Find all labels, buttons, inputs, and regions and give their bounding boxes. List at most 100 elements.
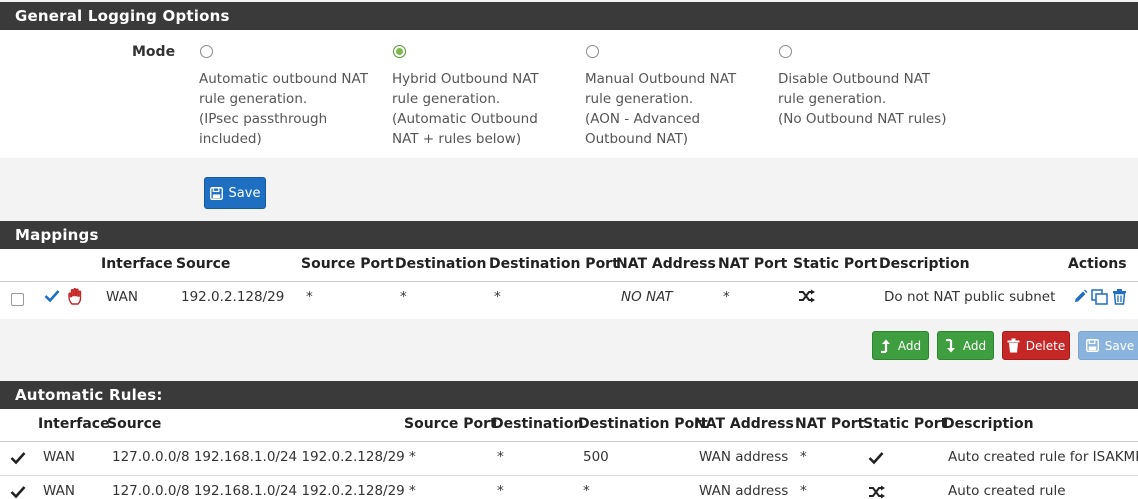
- row-description: Auto created rule: [948, 483, 1066, 499]
- enabled-check-icon[interactable]: [44, 289, 60, 303]
- option-line: (No Outbound NAT rules): [778, 111, 947, 127]
- option-line: rule generation.: [199, 91, 308, 107]
- row-destination-port: 500: [583, 449, 609, 465]
- col-nat-port: NAT Port: [795, 416, 865, 432]
- mode-panel: Mode Automatic outbound NAT rule generat…: [0, 30, 1138, 158]
- mappings-table: Interface Source Source Port Destination…: [0, 249, 1138, 319]
- row-destination: *: [400, 289, 407, 305]
- section-title: General Logging Options: [15, 7, 230, 25]
- option-line: rule generation.: [585, 91, 694, 107]
- row-destination-port: *: [583, 483, 590, 499]
- header-divider: [0, 281, 1138, 282]
- option-line: rule generation.: [392, 91, 501, 107]
- automatic-rules-header: Automatic Rules:: [0, 381, 1138, 409]
- row-source-port: *: [409, 449, 416, 465]
- row-interface: WAN: [43, 483, 75, 499]
- option-manual-desc: Manual Outbound NAT rule generation. (AO…: [585, 69, 765, 149]
- row-source-port: *: [306, 289, 313, 305]
- edit-pencil-icon[interactable]: [1073, 289, 1088, 304]
- col-interface: Interface: [38, 416, 110, 432]
- trash-icon[interactable]: [1112, 288, 1127, 305]
- static-port-check-icon: [868, 452, 884, 465]
- row-nat-address: NO NAT: [621, 289, 673, 305]
- save-mappings-button[interactable]: Save: [1078, 331, 1138, 360]
- section-title: Mappings: [15, 226, 99, 244]
- option-line: Automatic outbound NAT: [199, 71, 368, 87]
- header-divider: [0, 441, 1138, 442]
- col-interface: Interface: [101, 256, 173, 272]
- save-icon: [1085, 339, 1099, 352]
- row-destination: *: [497, 449, 504, 465]
- add-label: Add: [962, 338, 987, 353]
- col-static-port: Static Port: [793, 256, 878, 272]
- col-static-port: Static Port: [863, 416, 948, 432]
- trash-icon: [1007, 338, 1020, 353]
- row-destination: *: [497, 483, 504, 499]
- row-nat-address: WAN address: [699, 483, 789, 499]
- enabled-check-icon: [10, 486, 26, 499]
- save-mode-button[interactable]: Save: [204, 177, 266, 209]
- row-nat-address: WAN address: [699, 449, 789, 465]
- general-logging-header: General Logging Options: [0, 2, 1138, 30]
- shuffle-icon: [869, 485, 885, 499]
- option-line: (Automatic Outbound: [392, 111, 538, 127]
- col-nat-address: NAT Address: [694, 416, 794, 432]
- option-line: included): [199, 131, 262, 147]
- col-destination-port: Destination Port: [489, 256, 619, 272]
- row-source: 192.0.2.128/29: [181, 289, 285, 305]
- col-destination: Destination: [395, 256, 487, 272]
- option-line: (IPsec passthrough: [199, 111, 328, 127]
- row-divider: [0, 475, 1138, 476]
- col-destination-port: Destination Port: [578, 416, 708, 432]
- radio-automatic[interactable]: [200, 45, 213, 58]
- option-automatic-desc: Automatic outbound NAT rule generation. …: [199, 69, 379, 149]
- option-line: rule generation.: [778, 91, 887, 107]
- col-nat-address: NAT Address: [616, 256, 716, 272]
- save-label: Save: [1104, 338, 1135, 353]
- row-nat-port: *: [800, 483, 807, 499]
- option-line: Hybrid Outbound NAT: [392, 71, 539, 87]
- row-nat-port: *: [800, 449, 807, 465]
- radio-disable[interactable]: [779, 45, 792, 58]
- save-label: Save: [228, 185, 261, 201]
- col-description: Description: [943, 416, 1034, 432]
- row-description: Do not NAT public subnet: [884, 289, 1056, 305]
- mappings-header: Mappings: [0, 221, 1138, 249]
- arrow-turn-down-icon: [945, 338, 955, 352]
- option-disable-desc: Disable Outbound NAT rule generation. (N…: [778, 69, 978, 129]
- row-interface: WAN: [106, 289, 138, 305]
- col-source: Source: [107, 416, 162, 432]
- enabled-check-icon: [10, 452, 26, 465]
- arrow-turn-up-icon: [880, 339, 890, 353]
- row-destination-port: *: [494, 289, 501, 305]
- save-icon: [209, 186, 223, 200]
- add-top-button[interactable]: Add: [872, 331, 929, 360]
- col-actions: Actions: [1068, 256, 1127, 272]
- col-nat-port: NAT Port: [718, 256, 788, 272]
- shuffle-icon: [799, 289, 815, 303]
- col-source-port: Source Port: [404, 416, 497, 432]
- row-source: 127.0.0.0/8 192.168.1.0/24 192.0.2.128/2…: [112, 449, 405, 465]
- option-line: (AON - Advanced: [585, 111, 701, 127]
- delete-button[interactable]: Delete: [1002, 331, 1070, 360]
- automatic-rules-table: Interface Source Source Port Destination…: [0, 409, 1138, 499]
- radio-manual[interactable]: [586, 45, 599, 58]
- mode-label: Mode: [132, 44, 176, 60]
- section-title: Automatic Rules:: [15, 386, 163, 404]
- row-description: Auto created rule for ISAKMP: [948, 449, 1138, 465]
- option-line: Disable Outbound NAT: [778, 71, 931, 87]
- col-source-port: Source Port: [301, 256, 394, 272]
- option-line: NAT + rules below): [392, 131, 522, 147]
- row-source-port: *: [409, 483, 416, 499]
- delete-label: Delete: [1025, 338, 1066, 353]
- row-source: 127.0.0.0/8 192.168.1.0/24 192.0.2.128/2…: [112, 483, 405, 499]
- copy-icon[interactable]: [1091, 289, 1108, 305]
- row-nat-port: *: [723, 289, 730, 305]
- col-destination: Destination: [492, 416, 584, 432]
- add-bottom-button[interactable]: Add: [937, 331, 994, 360]
- row-select-checkbox[interactable]: [11, 293, 24, 306]
- option-line: Manual Outbound NAT: [585, 71, 737, 87]
- option-line: Outbound NAT): [585, 131, 689, 147]
- radio-hybrid[interactable]: [393, 45, 406, 58]
- hand-stop-icon[interactable]: [67, 287, 85, 306]
